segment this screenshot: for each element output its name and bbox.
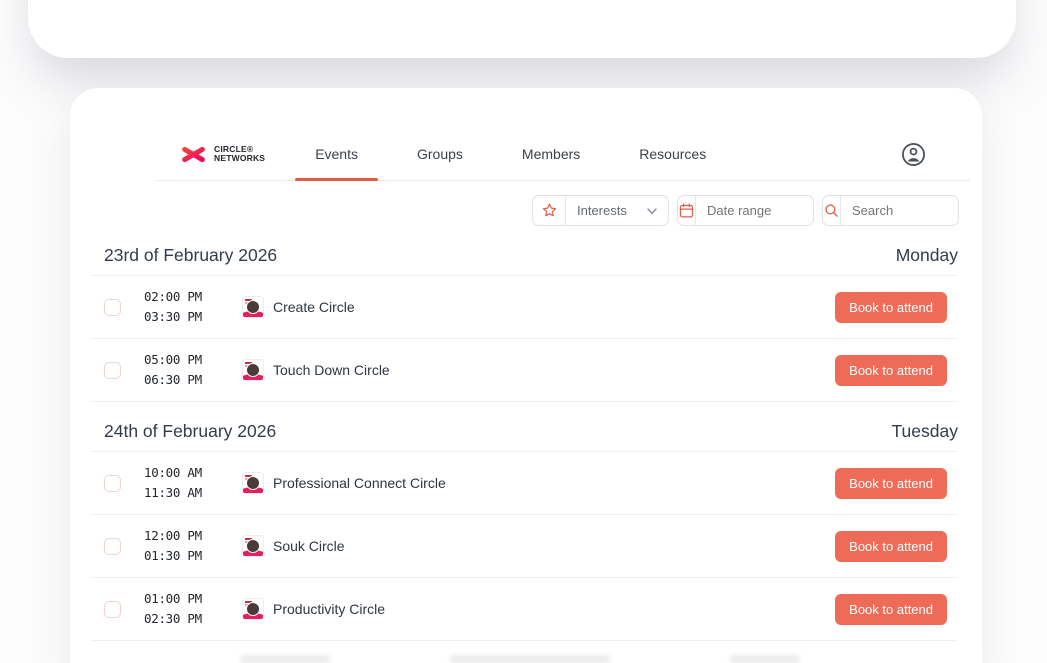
book-button[interactable]: Book to attend	[835, 467, 947, 499]
interests-filter[interactable]: Interests	[532, 195, 669, 226]
day-date: 23rd of February 2026	[104, 245, 278, 265]
event-row: 10:00 AM 11:30 AM Professional Connect C…	[90, 452, 958, 515]
event-times: 05:00 PM 06:30 PM	[144, 350, 216, 390]
date-icon-cell	[678, 196, 696, 225]
event-name: Professional Connect Circle	[273, 475, 446, 491]
search-icon-cell	[823, 196, 841, 225]
book-button[interactable]: Book to attend	[835, 530, 947, 562]
event-times: 12:00 PM 01:30 PM	[144, 526, 216, 566]
event-name: Souk Circle	[273, 538, 345, 554]
day-rows: 10:00 AM 11:30 AM Professional Connect C…	[70, 452, 982, 641]
events-app-card: CIRCLE® NETWORKS Events Groups Members R…	[70, 88, 982, 663]
event-end-time: 01:30 PM	[144, 548, 202, 563]
event-start-time: 02:00 PM	[144, 289, 202, 304]
tab-events[interactable]: Events	[295, 146, 378, 181]
events-list: 23rd of February 2026 Monday 02:00 PM 03…	[70, 226, 982, 641]
event-thumbnail	[242, 296, 264, 318]
tab-resources[interactable]: Resources	[639, 146, 706, 162]
event-thumbnail	[242, 472, 264, 494]
event-checkbox[interactable]	[104, 361, 121, 379]
event-end-time: 02:30 PM	[144, 611, 202, 626]
day-header: 23rd of February 2026 Monday	[90, 226, 958, 276]
event-name: Productivity Circle	[273, 601, 386, 617]
event-name: Create Circle	[273, 299, 355, 315]
day-weekday: Monday	[895, 245, 958, 265]
nav-tabs: Events Groups Members Resources	[295, 146, 706, 181]
event-row: 05:00 PM 06:30 PM Touch Down Circle Book…	[90, 339, 958, 402]
interests-icon-cell	[533, 196, 566, 225]
day-section: 23rd of February 2026 Monday 02:00 PM 03…	[70, 226, 982, 402]
background-card	[28, 0, 1016, 58]
event-thumbnail	[242, 598, 264, 620]
top-nav: CIRCLE® NETWORKS Events Groups Members R…	[155, 88, 970, 181]
event-row: 02:00 PM 03:30 PM Create Circle Book to …	[90, 276, 958, 339]
event-start-time: 01:00 PM	[144, 591, 202, 606]
day-rows: 02:00 PM 03:30 PM Create Circle Book to …	[70, 276, 982, 402]
event-row: 01:00 PM 02:30 PM Productivity Circle Bo…	[90, 578, 958, 641]
calendar-icon	[679, 203, 694, 218]
chevron-down-icon	[647, 207, 657, 214]
flower-asterisk-icon	[182, 141, 205, 167]
event-end-time: 11:30 AM	[144, 485, 202, 500]
interests-dropdown-value[interactable]: Interests	[566, 203, 646, 218]
brand-wordmark: CIRCLE® NETWORKS	[214, 145, 265, 163]
event-times: 02:00 PM 03:30 PM	[144, 287, 216, 327]
cutoff-next-row	[70, 641, 982, 663]
event-times: 01:00 PM 02:30 PM	[144, 589, 216, 629]
date-range-filter[interactable]	[677, 195, 883, 226]
event-end-time: 03:30 PM	[144, 309, 202, 324]
user-profile-icon[interactable]	[900, 141, 927, 168]
event-start-time: 10:00 AM	[144, 465, 202, 480]
brand-logo: CIRCLE® NETWORKS	[180, 141, 265, 168]
event-thumbnail	[242, 359, 264, 381]
star-icon	[542, 203, 556, 217]
day-header: 24th of February 2026 Tuesday	[90, 402, 958, 452]
event-checkbox[interactable]	[104, 474, 121, 492]
event-end-time: 06:30 PM	[144, 372, 202, 387]
event-name: Touch Down Circle	[273, 362, 390, 378]
filter-bar: Interests	[70, 181, 982, 226]
event-row: 12:00 PM 01:30 PM Souk Circle Book to at…	[90, 515, 958, 578]
search-filter[interactable]	[822, 195, 982, 226]
tab-members[interactable]: Members	[522, 146, 580, 162]
event-checkbox[interactable]	[104, 600, 121, 618]
page: CIRCLE® NETWORKS Events Groups Members R…	[0, 0, 1047, 663]
search-input[interactable]	[841, 203, 982, 218]
book-button[interactable]: Book to attend	[835, 354, 947, 386]
event-checkbox[interactable]	[104, 537, 121, 555]
day-section: 24th of February 2026 Tuesday 10:00 AM 1…	[70, 402, 982, 641]
event-start-time: 12:00 PM	[144, 528, 202, 543]
day-date: 24th of February 2026	[104, 421, 277, 441]
event-start-time: 05:00 PM	[144, 352, 202, 367]
tab-groups[interactable]: Groups	[417, 146, 463, 162]
event-times: 10:00 AM 11:30 AM	[144, 463, 216, 503]
event-checkbox[interactable]	[104, 298, 121, 316]
brand-line2: NETWORKS	[214, 153, 266, 163]
book-button[interactable]: Book to attend	[835, 593, 947, 625]
search-icon	[825, 204, 838, 217]
event-thumbnail	[242, 535, 264, 557]
book-button[interactable]: Book to attend	[835, 291, 947, 323]
day-weekday: Tuesday	[891, 421, 958, 441]
